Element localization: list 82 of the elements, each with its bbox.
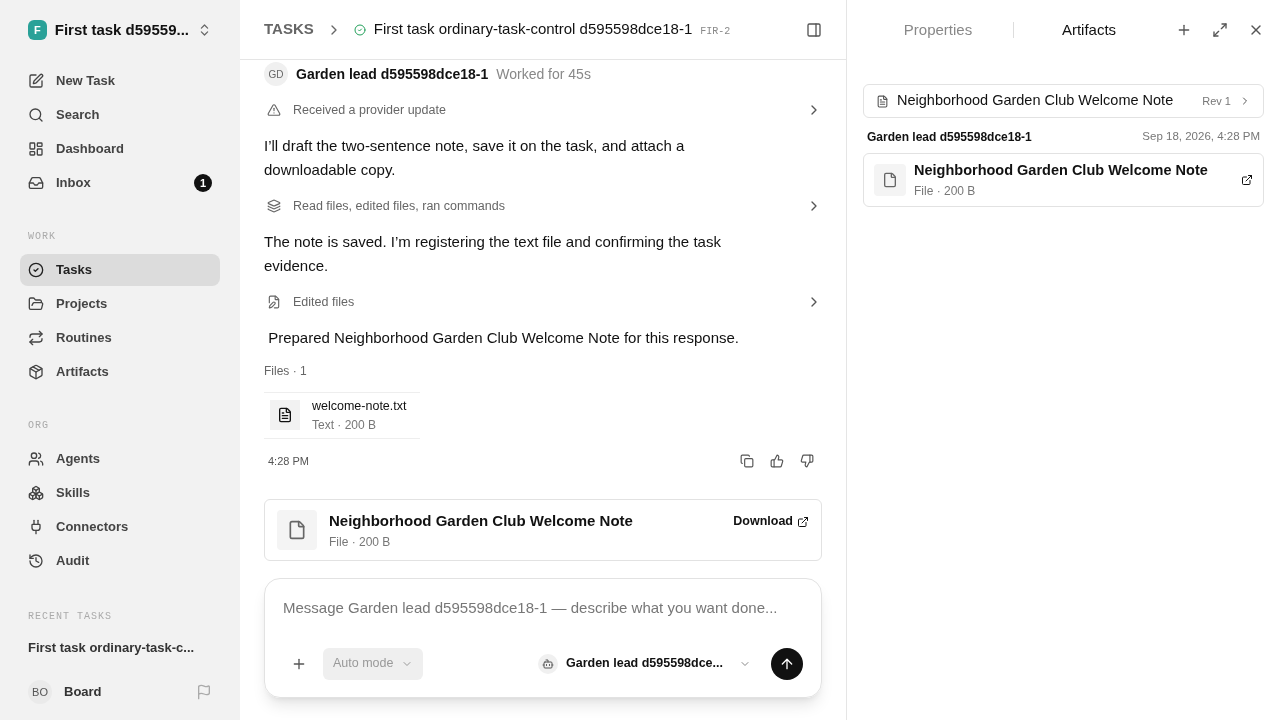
breadcrumb-link[interactable]: TASKS (264, 18, 314, 41)
file-icon (882, 172, 898, 188)
box-icon (28, 364, 44, 380)
section-heading: WORK (27, 230, 57, 244)
pen-square-icon (28, 73, 44, 89)
file-icon (287, 520, 307, 541)
activity-row[interactable]: Received a provider update (264, 98, 822, 122)
task-title: First task ordinary-task-control d595598dce18-1 (373, 19, 693, 40)
download-link[interactable]: Download (733, 512, 809, 531)
activity-row[interactable]: Edited files (264, 290, 822, 314)
nav-item[interactable]: Connectors (20, 511, 220, 543)
nav-item[interactable]: Search (20, 99, 220, 131)
activity-row[interactable]: Read files, edited files, ran commands (264, 194, 822, 218)
revision-label: Rev 1 (1202, 93, 1231, 109)
thumbs-up-icon[interactable] (770, 454, 784, 468)
count-badge: 1 (194, 174, 212, 192)
task-code: FIR-2 (700, 25, 731, 39)
plus-icon[interactable] (1176, 22, 1192, 38)
cubes-icon (28, 485, 44, 501)
nav-item[interactable]: New Task (20, 65, 220, 97)
artifact-meta: File · 200 B (329, 533, 392, 551)
nav-item[interactable]: Skills (20, 477, 220, 509)
recent-task[interactable]: First task ordinary-task-c... (20, 638, 220, 658)
copy-icon[interactable] (740, 454, 754, 468)
check-circle-icon (28, 262, 44, 278)
users-icon (28, 451, 44, 467)
artifact-file-card[interactable]: Neighborhood Garden Club Welcome Note File · 200 B (863, 153, 1264, 207)
section-heading: ORG (27, 419, 50, 433)
history-icon (28, 553, 44, 569)
work-duration: Worked for 45s (496, 64, 591, 84)
nav-item[interactable]: Audit (20, 545, 220, 577)
artifact-title: Neighborhood Garden Club Welcome Note (329, 511, 634, 531)
panel-toggle-icon[interactable] (806, 21, 822, 38)
workspace-logo: F (28, 20, 47, 40)
message-text: I’ll draft the two-sentence note, save it on the task, and attach a downloadable copy. (264, 136, 686, 180)
check-circle-icon (353, 23, 366, 36)
layers-icon (267, 199, 281, 213)
agent-dropdown[interactable]: Garden lead d595598dce... (537, 653, 751, 674)
nav-item[interactable]: Routines (20, 322, 220, 354)
panel-tab[interactable]: Artifacts (1014, 18, 1164, 42)
folder-icon (28, 296, 44, 312)
panel-tab[interactable]: Properties (863, 18, 1013, 42)
artifact-author: Garden lead d595598dce18-1 (867, 129, 1033, 146)
workspace-switcher[interactable]: F First task d59559... (20, 18, 220, 42)
plug-icon (28, 519, 44, 535)
document-icon (277, 407, 293, 424)
artifact-date: Sep 18, 2026, 4:28 PM (1142, 129, 1260, 145)
nav-item[interactable]: Tasks (20, 254, 220, 286)
file-edit-icon (267, 295, 281, 309)
section-heading: RECENT TASKS (27, 610, 113, 624)
nav-item[interactable]: Projects (20, 288, 220, 320)
warning-icon (267, 103, 281, 117)
nav-item[interactable]: Dashboard (20, 133, 220, 165)
bot-icon (541, 657, 554, 670)
inbox-icon (28, 175, 44, 191)
expand-icon[interactable] (1212, 22, 1228, 38)
thumbs-down-icon[interactable] (800, 454, 814, 468)
user-name[interactable]: Board (64, 682, 188, 702)
send-button[interactable] (771, 647, 803, 680)
external-link-icon[interactable] (1241, 174, 1253, 186)
file-meta: Text · 200 B (312, 416, 378, 434)
artifact-title: Neighborhood Garden Club Welcome Note (914, 161, 1209, 181)
message-text: Prepared Neighborhood Garden Club Welcome Note for this response. (267, 328, 740, 348)
message-input[interactable]: Message Garden lead d595598dce18-1 — describe what you want done... (283, 597, 803, 620)
message-time: 4:28 PM (268, 453, 310, 469)
files-heading: Files · 1 (264, 363, 308, 380)
user-avatar: BO (28, 680, 52, 704)
nav-item[interactable]: Inbox 1 (20, 167, 220, 199)
nav-item[interactable]: Artifacts (20, 356, 220, 388)
file-name: welcome-note.txt (312, 398, 407, 415)
artifact-row[interactable]: Neighborhood Garden Club Welcome Note Rev 1 (863, 84, 1264, 118)
message-text: The note is saved. I’m registering the text file and confirming the task evidence. (264, 232, 722, 276)
dashboard-icon (28, 141, 44, 157)
author-avatar: GD (264, 62, 288, 86)
repeat-icon (28, 330, 44, 346)
external-link-icon (797, 515, 809, 528)
file-attachment[interactable]: welcome-note.txt Text · 200 B (264, 392, 420, 439)
search-icon (28, 107, 44, 123)
nav-item[interactable]: Agents (20, 443, 220, 475)
artifact-meta: File · 200 B (914, 182, 977, 200)
author-name: Garden lead d595598dce18-1 (296, 64, 489, 84)
document-icon (876, 94, 889, 108)
